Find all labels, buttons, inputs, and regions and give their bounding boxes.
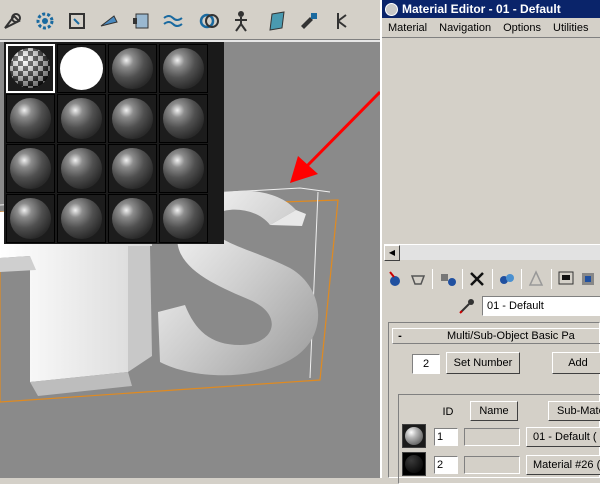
toolbar-separator [491, 269, 493, 289]
add-button[interactable]: Add [552, 352, 600, 374]
material-slot-14[interactable] [57, 194, 106, 243]
material-editor-titlebar[interactable]: Material Editor - 01 - Default [382, 0, 600, 18]
toolbar-separator [461, 269, 463, 289]
material-name-field[interactable]: 01 - Default [482, 296, 600, 316]
app-icon [385, 2, 398, 16]
material-slot-7[interactable] [108, 94, 157, 143]
assign-material-icon[interactable] [436, 268, 459, 290]
toolbar-separator [550, 269, 552, 289]
lights-icon[interactable] [98, 10, 120, 32]
gray-sphere [112, 148, 153, 189]
spacewarp-icon[interactable] [162, 10, 184, 32]
helpers-icon[interactable] [298, 10, 320, 32]
sub-material-1-id[interactable]: 1 [434, 428, 458, 446]
menu-material[interactable]: Material [382, 22, 433, 34]
material-id-icon[interactable] [555, 268, 578, 290]
sub-material-2-swatch[interactable] [402, 452, 426, 476]
sub-material-1-button[interactable]: 01 - Default ( [526, 427, 600, 447]
gray-sphere [163, 148, 204, 189]
material-slot-12[interactable] [159, 144, 208, 193]
material-slot-3[interactable] [108, 44, 157, 93]
bone-icon[interactable] [266, 10, 288, 32]
sphere-preview [405, 455, 423, 473]
eyedropper-icon[interactable] [458, 298, 476, 314]
gray-sphere [163, 48, 204, 89]
sub-material-2-name[interactable] [464, 456, 520, 474]
column-id: ID [442, 406, 454, 418]
rollout-title: Multi/Sub-Object Basic Pa [447, 330, 575, 342]
sub-material-1-name[interactable] [464, 428, 520, 446]
material-slot-8[interactable] [159, 94, 208, 143]
toolbar-separator [432, 269, 434, 289]
material-slot-9[interactable] [6, 144, 55, 193]
gray-sphere [61, 98, 102, 139]
gear-icon[interactable] [34, 10, 56, 32]
slot-scrollbar[interactable]: ◀ [384, 244, 600, 261]
material-slot-11[interactable] [108, 144, 157, 193]
menu-options[interactable]: Options [497, 22, 547, 34]
gray-sphere [61, 148, 102, 189]
geometry-icon[interactable] [66, 10, 88, 32]
set-number-button[interactable]: Set Number [446, 352, 520, 374]
delete-icon[interactable] [466, 268, 489, 290]
toolbar-separator [521, 269, 523, 289]
material-toolbar [384, 268, 600, 292]
sort-by-name-button[interactable]: Name [470, 401, 518, 421]
material-slot-2[interactable] [57, 44, 106, 93]
link-icon[interactable] [198, 10, 220, 32]
sphere-preview [405, 427, 423, 445]
gray-sphere [163, 198, 204, 239]
select-icon[interactable] [2, 10, 24, 32]
gray-sphere [61, 198, 102, 239]
material-slot-4[interactable] [159, 44, 208, 93]
material-slot-5[interactable] [6, 94, 55, 143]
window-title: Material Editor - 01 - Default [402, 2, 561, 16]
gray-sphere [112, 198, 153, 239]
menu-navigation[interactable]: Navigation [433, 22, 497, 34]
material-slot-grid [4, 42, 224, 244]
sub-material-2-id[interactable]: 2 [434, 456, 458, 474]
gray-sphere [10, 98, 51, 139]
material-slot-16[interactable] [159, 194, 208, 243]
white-sphere [60, 47, 103, 90]
gray-sphere [112, 48, 153, 89]
cameras-icon[interactable] [130, 10, 152, 32]
collapse-icon[interactable]: - [393, 330, 407, 342]
material-slot-6[interactable] [57, 94, 106, 143]
gray-sphere [10, 148, 51, 189]
sub-material-2-button[interactable]: Material #26 ( [526, 455, 600, 475]
menu-utilities[interactable]: Utilities [547, 22, 594, 34]
scroll-left-icon[interactable]: ◀ [384, 245, 400, 261]
get-material-icon[interactable] [384, 268, 407, 290]
gray-sphere [163, 98, 204, 139]
material-name-row: 01 - Default [458, 296, 600, 316]
put-library-icon[interactable] [525, 268, 548, 290]
gray-sphere [10, 198, 51, 239]
gray-sphere [112, 98, 153, 139]
menu-bar: Material Navigation Options Utilities [382, 18, 600, 38]
sort-by-submaterial-button[interactable]: Sub-Mate [548, 401, 600, 421]
material-slot-15[interactable] [108, 194, 157, 243]
material-slot-1[interactable] [6, 44, 55, 93]
checker-sphere [10, 48, 50, 88]
sub-material-1-swatch[interactable] [402, 424, 426, 448]
systems-icon[interactable] [330, 10, 352, 32]
show-map-icon[interactable] [577, 268, 600, 290]
put-to-scene-icon[interactable] [407, 268, 430, 290]
command-panel-toolbar [0, 0, 380, 40]
material-slot-13[interactable] [6, 194, 55, 243]
make-unique-icon[interactable] [496, 268, 519, 290]
biped-icon[interactable] [230, 10, 252, 32]
material-slot-10[interactable] [57, 144, 106, 193]
count-field[interactable]: 2 [412, 354, 440, 374]
rollout-header[interactable]: - Multi/Sub-Object Basic Pa [392, 328, 600, 344]
